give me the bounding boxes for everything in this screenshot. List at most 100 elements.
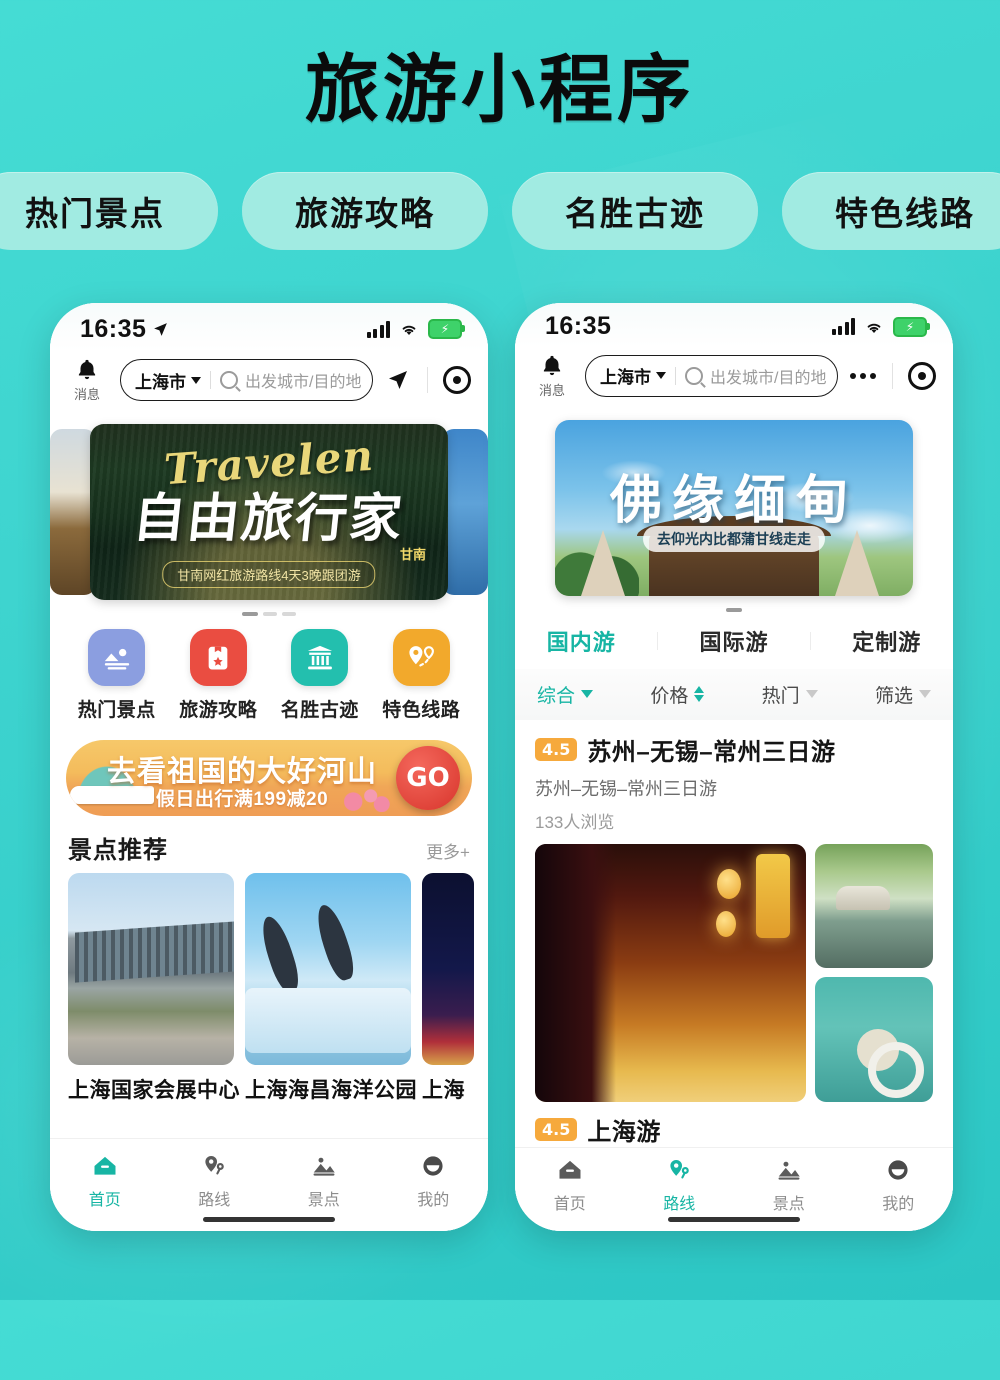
filter-comprehensive[interactable]: 综合 <box>537 681 594 708</box>
nav-item-attractions[interactable]: 景点 <box>278 1152 370 1210</box>
grid-item-travel-guide[interactable]: 旅游攻略 <box>175 629 261 722</box>
route-subtitle: 苏州–无锡–常州三日游 <box>535 778 718 799</box>
home-icon <box>559 1161 581 1179</box>
locate-button-right[interactable] <box>907 361 937 390</box>
carousel-dot-active[interactable] <box>242 612 258 616</box>
status-indicators-right: ⚡ <box>831 316 930 337</box>
route-name: 上海游 <box>587 1118 661 1146</box>
search-icon <box>685 366 703 385</box>
carousel-dot-active[interactable] <box>726 607 742 612</box>
grid-item-historic-sites[interactable]: 名胜古迹 <box>277 629 363 722</box>
nav-label: 首页 <box>88 1192 121 1209</box>
filter-popular[interactable]: 热门 <box>762 681 818 708</box>
spot-card[interactable]: 上海国家会展中心 <box>68 873 240 1104</box>
nav-label: 路线 <box>198 1192 231 1209</box>
route-gallery[interactable] <box>535 843 933 1102</box>
category-tabs: 国内游 国际游 定制游 <box>515 614 953 669</box>
carousel-track-right[interactable]: 佛缘缅甸 去仰光内比都蒲甘线走走 <box>515 415 953 601</box>
city-name: 上海市 <box>600 368 651 388</box>
spot-name: 上海国家会展中心 <box>68 1079 240 1102</box>
spot-card[interactable]: 上海海昌海洋公园 <box>245 873 417 1104</box>
route-card-secondary[interactable]: 4.5 上海游 <box>515 1102 953 1147</box>
phone-mockup-routes: 16:35 ⚡ 消息 上海市 出发城市/目的地 佛缘缅甸 去仰光内比都蒲甘线走走… <box>515 303 953 1231</box>
city-selector-right[interactable]: 上海市 <box>600 363 666 388</box>
tab-custom[interactable]: 定制游 <box>846 625 927 657</box>
route-card[interactable]: 4.5 苏州–无锡–常州三日游 苏州–无锡–常州三日游 133人浏览 <box>515 720 953 1102</box>
battery-charging-icon: ⚡ <box>893 316 930 337</box>
nav-item-profile[interactable]: 我的 <box>387 1152 479 1210</box>
temple-icon <box>291 629 349 686</box>
grid-label: 旅游攻略 <box>179 700 258 721</box>
spot-thumbnail <box>245 873 411 1065</box>
spot-card[interactable]: 上海 <box>422 873 474 1104</box>
filter-label: 筛选 <box>874 685 913 707</box>
profile-icon <box>423 1156 443 1176</box>
city-selector-left[interactable]: 上海市 <box>135 368 201 393</box>
tab-international[interactable]: 国际游 <box>693 625 774 657</box>
carousel-dot[interactable] <box>282 612 296 616</box>
spot-card-list[interactable]: 上海国家会展中心 上海海昌海洋公园 上海 <box>50 873 488 1104</box>
grid-item-special-routes[interactable]: 特色线路 <box>378 629 464 722</box>
nav-item-routes[interactable]: 路线 <box>168 1152 260 1210</box>
filter-more[interactable]: 筛选 <box>875 681 931 708</box>
mountain-photo-icon <box>88 629 146 686</box>
filter-price[interactable]: 价格 <box>650 681 705 708</box>
gallery-main-photo[interactable] <box>535 843 806 1102</box>
chevron-down-icon <box>805 690 818 699</box>
nav-item-attractions[interactable]: 景点 <box>743 1156 835 1214</box>
screen-home: 16:35 ⚡ 消息 上海市 出发城市/目的地 Travelen 自由旅行家 甘… <box>50 303 488 1231</box>
gallery-photo[interactable] <box>815 843 933 969</box>
locate-button-left[interactable] <box>442 366 472 394</box>
grid-item-hot-spots[interactable]: 热门景点 <box>74 629 160 722</box>
target-icon <box>443 366 471 394</box>
poster-pill-hot-spots[interactable]: 热门景点 <box>0 172 218 250</box>
nav-item-home[interactable]: 首页 <box>524 1156 616 1214</box>
status-bar-left: 16:35 ⚡ <box>50 303 488 351</box>
messages-button-left[interactable]: 消息 <box>64 357 110 403</box>
nav-item-routes[interactable]: 路线 <box>633 1156 725 1214</box>
search-input[interactable]: 出发城市/目的地 <box>710 364 826 388</box>
promo-banner-travelen[interactable]: Travelen 自由旅行家 甘南 甘南网红旅游路线4天3晚跟团游 <box>90 424 448 600</box>
section-more-link[interactable]: 更多+ <box>426 838 470 863</box>
poster-pill-special-routes[interactable]: 特色线路 <box>782 172 1000 250</box>
messages-label: 消息 <box>73 387 100 402</box>
gallery-photo[interactable] <box>815 977 933 1102</box>
nav-label: 我的 <box>882 1196 915 1214</box>
filter-label: 价格 <box>650 685 689 707</box>
banner-title: 佛缘缅甸 <box>609 470 858 531</box>
route-pin-icon <box>205 1155 225 1175</box>
divider <box>809 631 811 650</box>
promo-go-button[interactable]: GO <box>396 746 460 810</box>
tab-domestic[interactable]: 国内游 <box>541 625 622 657</box>
rating-badge: 4.5 <box>535 737 578 761</box>
guidebook-star-icon <box>189 629 247 686</box>
chevron-down-icon <box>656 372 666 380</box>
wifi-icon <box>867 323 881 333</box>
sort-updown-icon <box>694 686 705 703</box>
chevron-down-icon <box>191 376 201 384</box>
carousel-dot[interactable] <box>263 612 277 616</box>
search-bar-right[interactable]: 上海市 出发城市/目的地 <box>585 354 838 397</box>
status-time-wrap: 16:35 <box>545 312 611 341</box>
carousel-track-left[interactable]: Travelen 自由旅行家 甘南 甘南网红旅游路线4天3晚跟团游 <box>50 419 488 605</box>
search-input[interactable]: 出发城市/目的地 <box>245 368 361 392</box>
poster-pill-historic-sites[interactable]: 名胜古迹 <box>512 172 758 250</box>
carousel-next-preview[interactable] <box>442 429 488 595</box>
nav-label: 我的 <box>417 1192 450 1209</box>
promo-banner-myanmar[interactable]: 佛缘缅甸 去仰光内比都蒲甘线走走 <box>555 419 913 596</box>
poster-pill-travel-guide[interactable]: 旅游攻略 <box>242 172 488 250</box>
divider <box>210 371 211 389</box>
quick-action-grid: 热门景点 旅游攻略 名胜古迹 特色线路 <box>50 619 488 726</box>
promo-strip-banner[interactable]: 去看祖国的大好河山 假日出行满199减20 GO <box>66 740 472 816</box>
divider <box>675 366 676 385</box>
nav-item-profile[interactable]: 我的 <box>852 1156 944 1214</box>
spot-name: 上海 <box>422 1079 465 1102</box>
search-bar-left[interactable]: 上海市 出发城市/目的地 <box>120 359 373 401</box>
wifi-icon <box>402 325 416 335</box>
messages-button-right[interactable]: 消息 <box>529 353 575 399</box>
filter-label: 综合 <box>537 685 576 707</box>
signal-icon <box>831 318 855 336</box>
nav-item-home[interactable]: 首页 <box>59 1152 151 1210</box>
more-options-button[interactable] <box>848 372 878 379</box>
navigation-arrow-button[interactable] <box>383 368 413 392</box>
